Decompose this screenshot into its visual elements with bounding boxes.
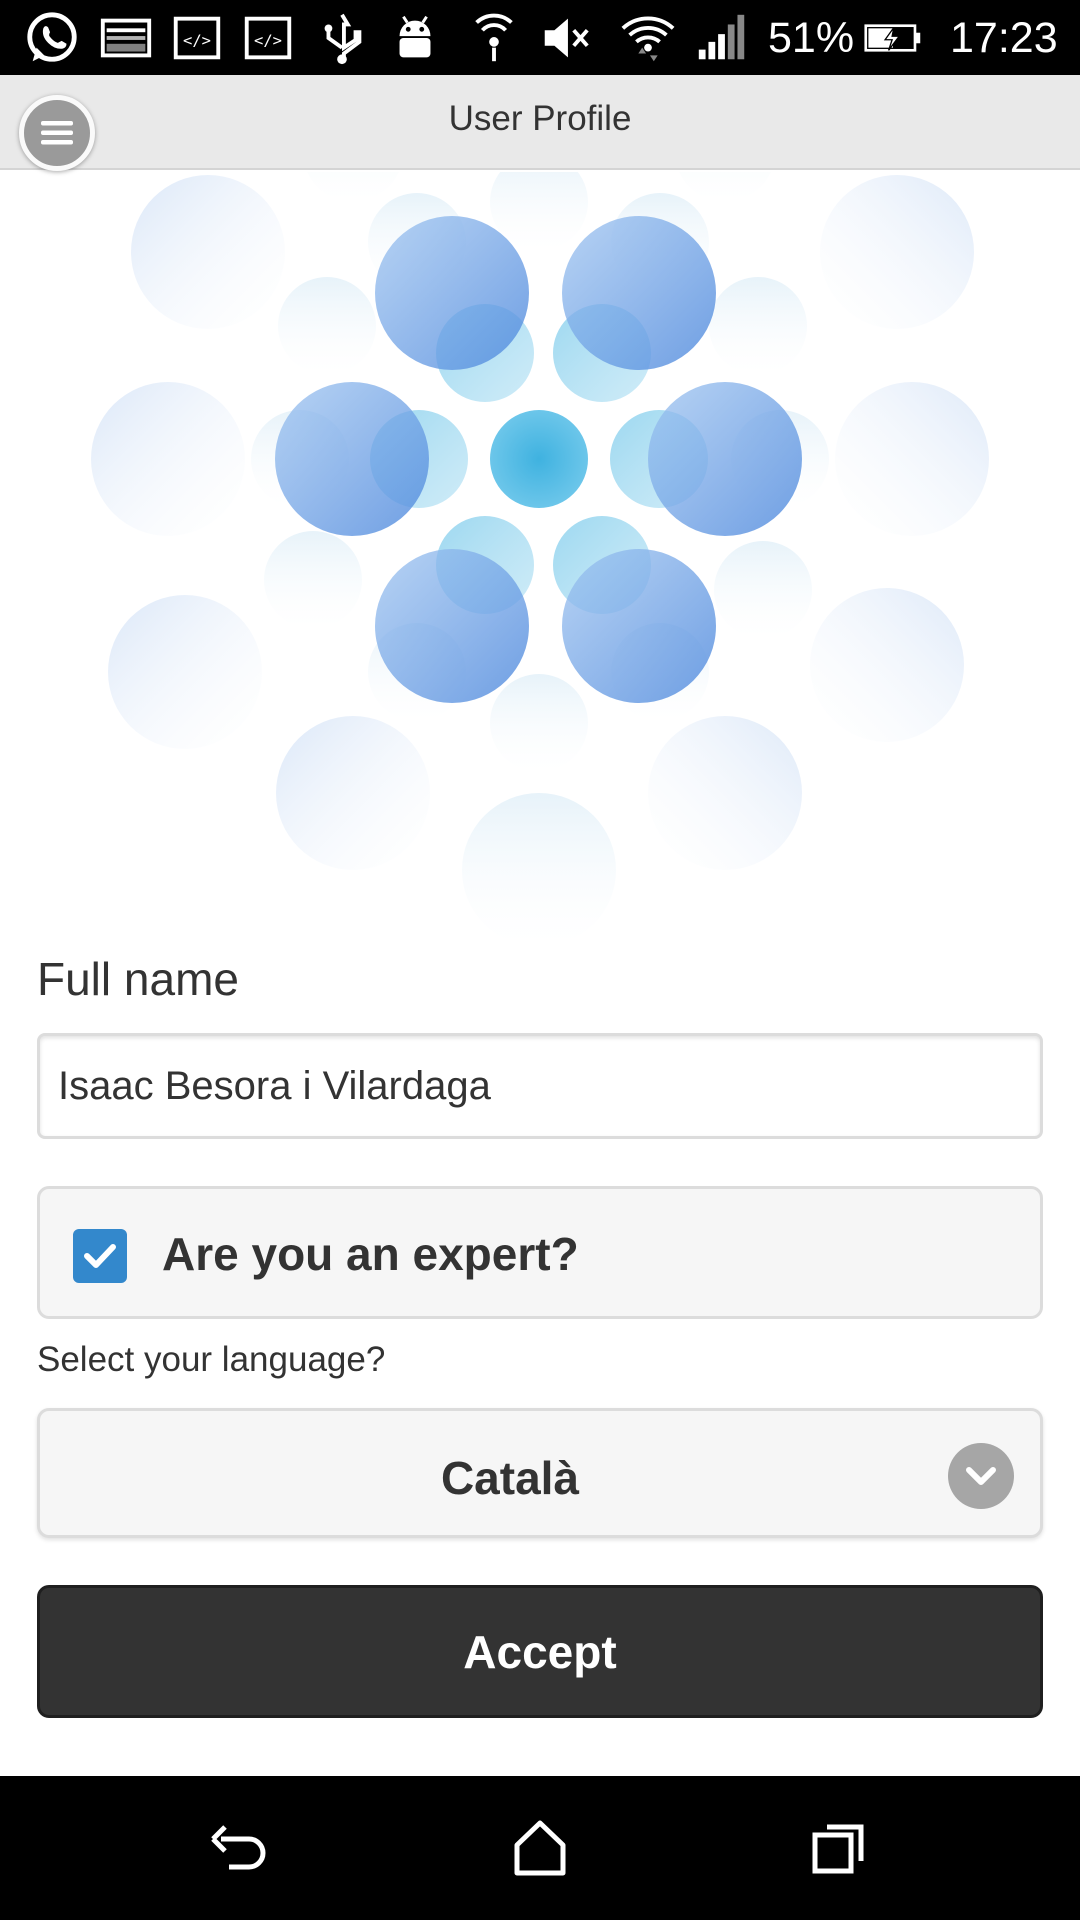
expert-checkbox-row[interactable]: Are you an expert?: [37, 1186, 1043, 1319]
back-icon: [211, 1825, 266, 1870]
menu-button[interactable]: [19, 95, 95, 171]
menu-icon: [41, 121, 73, 145]
page-title: User Profile: [448, 99, 632, 138]
android-icon: [385, 8, 445, 68]
accept-button[interactable]: Accept: [37, 1585, 1043, 1718]
battery-charging-icon: [860, 8, 926, 68]
chevron-down-icon: [966, 1467, 996, 1485]
code-icon: </>: [167, 8, 227, 68]
full-name-label: Full name: [37, 953, 239, 1005]
usb-icon: [312, 8, 372, 68]
expert-checkbox[interactable]: [73, 1229, 127, 1283]
recents-icon: [812, 1824, 864, 1874]
code-icon: </>: [238, 8, 298, 68]
language-selected-value: Català: [440, 1452, 580, 1504]
svg-text:</>: </>: [254, 32, 282, 50]
mute-icon: [536, 8, 596, 68]
hotspot-icon: [464, 8, 524, 68]
home-button[interactable]: [494, 1802, 586, 1894]
expert-label: Are you an expert?: [162, 1228, 579, 1280]
check-icon: [84, 1244, 116, 1268]
clock: 17:23: [950, 14, 1058, 62]
recents-button[interactable]: [794, 1802, 886, 1894]
bubble-graphic: [0, 172, 1080, 962]
full-name-input[interactable]: [37, 1033, 1043, 1139]
home-icon: [514, 1820, 566, 1876]
status-bar: </> </> 51% 17:23: [0, 0, 1080, 75]
language-select[interactable]: Català: [37, 1408, 1043, 1538]
image-icon: [96, 8, 156, 68]
system-nav-bar: [0, 1776, 1080, 1920]
svg-text:</>: </>: [183, 32, 211, 50]
page-header: User Profile: [0, 75, 1080, 171]
back-button[interactable]: [194, 1802, 286, 1894]
dropdown-arrow: [948, 1443, 1014, 1509]
wifi-icon: [618, 8, 678, 68]
language-label: Select your language?: [37, 1340, 386, 1379]
whatsapp-icon: [22, 8, 82, 68]
signal-icon: [692, 8, 752, 68]
battery-percent: 51%: [768, 14, 855, 62]
